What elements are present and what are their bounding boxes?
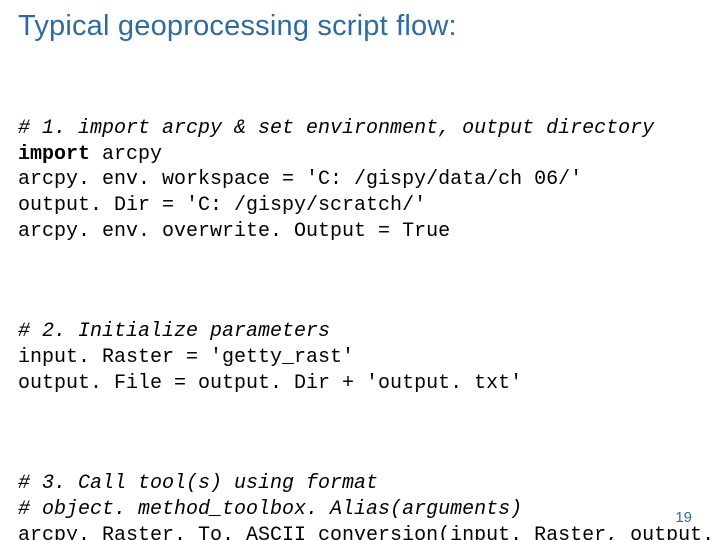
code-line: input. Raster = 'getty_rast': [18, 346, 354, 369]
code-line: arcpy. env. overwrite. Output = True: [18, 220, 450, 243]
code-section-1: # 1. import arcpy & set environment, out…: [18, 116, 702, 244]
comment-line: # object. method_toolbox. Alias(argument…: [18, 498, 522, 521]
code-line: arcpy. env. workspace = 'C: /gispy/data/…: [18, 168, 582, 191]
slide: Typical geoprocessing script flow: # 1. …: [0, 0, 720, 540]
code-section-3: # 3. Call tool(s) using format # object.…: [18, 471, 702, 540]
keyword-import: import: [18, 143, 90, 166]
code-area: # 1. import arcpy & set environment, out…: [18, 65, 702, 540]
slide-title: Typical geoprocessing script flow:: [18, 10, 702, 43]
comment-line: # 3. Call tool(s) using format: [18, 472, 378, 495]
code-line: arcpy. Raster. To. ASCII_conversion(inpu…: [18, 524, 720, 540]
code-line: output. File = output. Dir + 'output. tx…: [18, 372, 522, 395]
page-number: 19: [675, 509, 692, 526]
code-line: output. Dir = 'C: /gispy/scratch/': [18, 194, 426, 217]
comment-line: # 1. import arcpy & set environment, out…: [18, 117, 654, 140]
code-section-2: # 2. Initialize parameters input. Raster…: [18, 319, 702, 396]
code-text: arcpy: [90, 143, 162, 166]
comment-line: # 2. Initialize parameters: [18, 320, 330, 343]
